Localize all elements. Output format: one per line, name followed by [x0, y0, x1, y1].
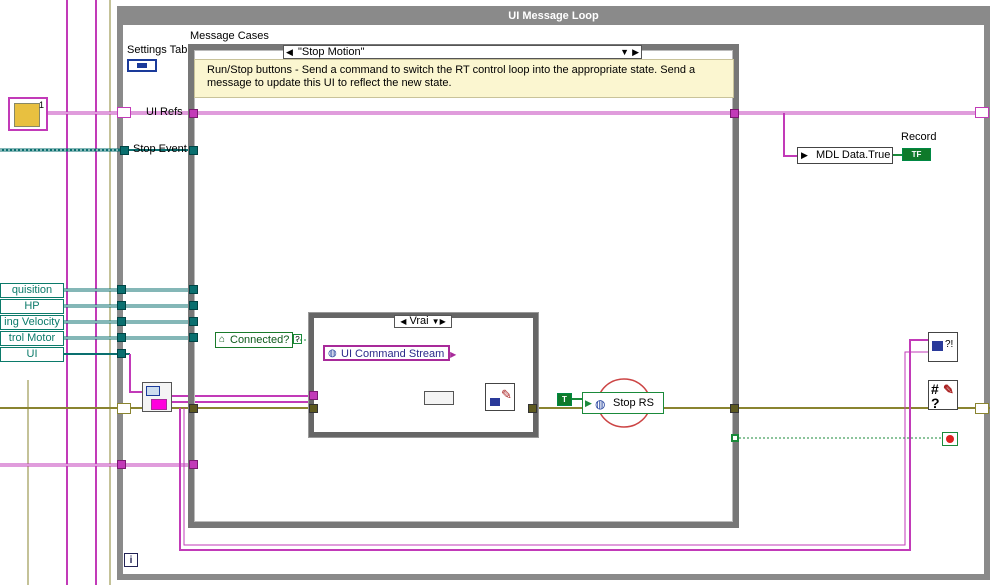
olive-shift-register-left[interactable]	[117, 403, 131, 414]
event-register-node[interactable]: ?!	[928, 332, 958, 362]
case-selector[interactable]: ◀ "Stop Motion" ▼ ▶	[283, 45, 642, 59]
output-arrow-icon: ▶	[450, 350, 457, 359]
control-acquisition[interactable]: quisition	[0, 283, 64, 298]
inner-selector-left-icon[interactable]: ◀	[400, 317, 406, 326]
record-indicator[interactable]: TF	[902, 148, 931, 161]
settings-tab-label: Settings Tab	[127, 44, 188, 56]
queue-icon	[490, 398, 500, 406]
ui-command-stream-label: UI Command Stream	[341, 348, 445, 360]
olive-shift-register-right[interactable]	[975, 403, 989, 414]
error-handler-node[interactable]: # ? ✎	[928, 380, 958, 411]
selector-right-arrow-icon[interactable]: ▶	[632, 46, 639, 58]
stop-rs-label: Stop RS	[613, 397, 654, 409]
tunnel-1[interactable]	[117, 285, 126, 294]
stop-icon	[946, 435, 954, 443]
stop-rs-node[interactable]: ▶ ◍ Stop RS	[582, 392, 664, 414]
case-tunnel-stop-event[interactable]	[189, 146, 198, 155]
home-icon: ⌂	[219, 334, 226, 345]
case-tunnel-ui-refs[interactable]	[189, 109, 198, 118]
case-tunnel-olive-right[interactable]	[730, 404, 739, 413]
true-constant[interactable]: T	[557, 393, 572, 406]
input-arrow-icon: ▶	[585, 398, 592, 408]
message-icon	[146, 386, 160, 396]
case-comment: Run/Stop buttons - Send a command to swi…	[194, 59, 734, 98]
case-tunnel-2[interactable]	[189, 301, 198, 310]
ui-refs-index-text: 1	[38, 100, 44, 110]
inner-case-selector[interactable]: ◀ Vrai ▼▶	[394, 315, 452, 328]
inner-case-tunnel-olive[interactable]	[309, 404, 318, 413]
event-icon	[932, 341, 943, 351]
inner-case-tunnel-olive-right[interactable]	[528, 404, 537, 413]
tunnel-3[interactable]	[117, 317, 126, 326]
while-loop-title: UI Message Loop	[508, 10, 599, 22]
case-tunnel-olive[interactable]	[189, 404, 198, 413]
case-structure-message-cases[interactable]	[188, 44, 739, 528]
control-motor[interactable]: trol Motor	[0, 331, 64, 346]
eraser-icon: ✎	[943, 382, 954, 397]
globe-icon: ◍	[328, 348, 337, 359]
case-tunnel-4[interactable]	[189, 333, 198, 342]
ui-refs-shift-register-left[interactable]	[117, 107, 131, 118]
ui-refs-shift-register-right[interactable]	[975, 107, 989, 118]
control-hp[interactable]: HP	[0, 299, 64, 314]
mdl-data-true-property-node[interactable]: ▶ MDL Data.True	[797, 147, 893, 164]
stop-terminal[interactable]	[942, 432, 958, 446]
question-icon: ?	[931, 395, 940, 411]
case-structure-label: Message Cases	[190, 30, 269, 42]
case-tunnel-ui-refs-right[interactable]	[730, 109, 739, 118]
ui-refs-label: UI Refs	[146, 106, 183, 118]
case-tunnel-pink-lower[interactable]	[189, 460, 198, 469]
cluster-icon	[151, 399, 167, 410]
connected-local-variable[interactable]: ⌂ Connected?	[215, 332, 294, 348]
case-tunnel-1[interactable]	[189, 285, 198, 294]
unbundle-by-name-node[interactable]	[142, 382, 172, 412]
inner-selector-dropdown-icon[interactable]: ▼▶	[432, 317, 446, 326]
mdl-data-true-label: MDL Data.True	[816, 149, 891, 161]
property-arrow-icon: ▶	[801, 150, 808, 160]
eraser-icon: ✎	[501, 387, 512, 402]
command-enum-constant[interactable]	[424, 391, 454, 405]
stop-event-tunnel[interactable]	[120, 146, 129, 155]
case-tunnel-boolean-right[interactable]	[731, 434, 739, 442]
connected-label: Connected?	[230, 334, 290, 346]
control-velocity[interactable]: ing Velocity	[0, 315, 64, 330]
settings-tab-icon	[137, 63, 147, 68]
iteration-info-icon[interactable]: i	[124, 553, 138, 567]
settings-tab-terminal[interactable]	[127, 59, 157, 72]
stop-event-label: Stop Event	[133, 143, 187, 155]
pink-tunnel-lower[interactable]	[117, 460, 126, 469]
tunnel-5[interactable]	[117, 349, 126, 358]
send-command-node[interactable]: ✎	[485, 383, 515, 411]
inner-case-selector-value: Vrai	[409, 315, 429, 327]
case-selector-value: "Stop Motion"	[298, 46, 365, 58]
ui-refs-vi-icon[interactable]: 1	[8, 97, 48, 131]
record-label: Record	[901, 131, 937, 143]
ui-command-stream-node[interactable]: ◍ UI Command Stream ▶	[323, 345, 456, 361]
tunnel-2[interactable]	[117, 301, 126, 310]
globe-icon: ◍	[595, 397, 606, 411]
case-selector-terminal[interactable]: ?	[293, 334, 302, 344]
selector-left-arrow-icon[interactable]: ◀	[286, 46, 293, 58]
inner-case-tunnel-pink[interactable]	[309, 391, 318, 400]
ui-refs-icon-graphic	[14, 103, 40, 127]
bang-icon: ?!	[945, 339, 954, 350]
tunnel-4[interactable]	[117, 333, 126, 342]
control-ui[interactable]: UI	[0, 347, 64, 362]
case-tunnel-3[interactable]	[189, 317, 198, 326]
selector-dropdown-icon[interactable]: ▼	[620, 46, 629, 58]
inner-case-structure[interactable]	[308, 312, 539, 438]
